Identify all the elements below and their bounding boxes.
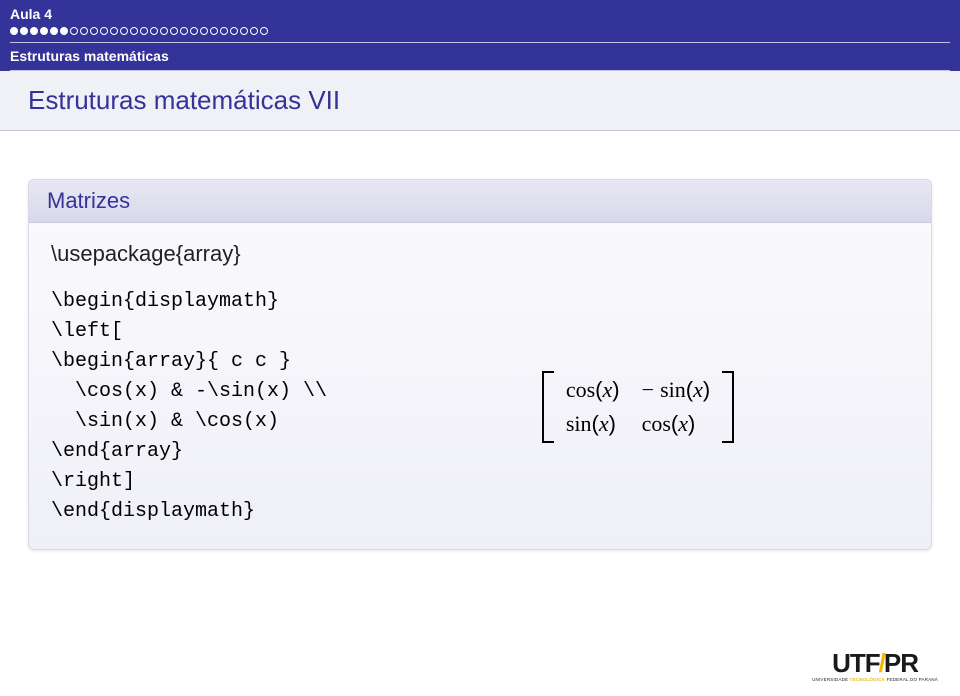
progress-dot-empty bbox=[240, 27, 248, 35]
progress-dot-empty bbox=[110, 27, 118, 35]
header-rule bbox=[10, 42, 950, 43]
block-title: Matrizes bbox=[29, 180, 931, 223]
progress-dot-empty bbox=[100, 27, 108, 35]
subsection-title: Estruturas matemáticas bbox=[10, 46, 950, 71]
usepackage-line: \usepackage{array} bbox=[51, 241, 909, 267]
progress-dot-empty bbox=[130, 27, 138, 35]
matrix-cell-11: cos(x) bbox=[566, 377, 620, 403]
matrix-cell-22: cos(x) bbox=[642, 411, 711, 437]
progress-dot-filled bbox=[60, 27, 68, 35]
matrix-cell-12: − sin(x) bbox=[642, 377, 711, 403]
progress-dot-filled bbox=[40, 27, 48, 35]
progress-dot-empty bbox=[120, 27, 128, 35]
progress-dot-empty bbox=[260, 27, 268, 35]
progress-dot-empty bbox=[200, 27, 208, 35]
section-title: Aula 4 bbox=[10, 6, 950, 22]
logo-text: UTF/PR bbox=[812, 648, 938, 679]
frame-title: Estruturas matemáticas VII bbox=[28, 85, 932, 116]
frame-title-band: Estruturas matemáticas VII bbox=[0, 71, 960, 131]
matrix-grid: cos(x) − sin(x) sin(x) cos(x) bbox=[562, 371, 714, 443]
progress-dot-empty bbox=[230, 27, 238, 35]
progress-dot-filled bbox=[50, 27, 58, 35]
beamer-header: Aula 4 Estruturas matemáticas bbox=[0, 0, 960, 71]
left-bracket-icon bbox=[542, 371, 554, 443]
progress-dot-empty bbox=[80, 27, 88, 35]
progress-dot-empty bbox=[140, 27, 148, 35]
latex-code: \begin{displaymath} \left[ \begin{array}… bbox=[51, 287, 327, 527]
progress-dot-empty bbox=[190, 27, 198, 35]
progress-dot-empty bbox=[90, 27, 98, 35]
progress-dot-empty bbox=[250, 27, 258, 35]
right-bracket-icon bbox=[722, 371, 734, 443]
example-columns: \begin{displaymath} \left[ \begin{array}… bbox=[51, 287, 909, 527]
utfpr-logo: UTF/PR UNIVERSIDADE TECNOLÓGICA FEDERAL … bbox=[812, 648, 938, 682]
matrix-display: cos(x) − sin(x) sin(x) cos(x) bbox=[542, 371, 734, 443]
progress-dot-empty bbox=[160, 27, 168, 35]
block-body: \usepackage{array} \begin{displaymath} \… bbox=[29, 223, 931, 549]
progress-dot-empty bbox=[150, 27, 158, 35]
progress-dot-filled bbox=[10, 27, 18, 35]
logo-subtitle: UNIVERSIDADE TECNOLÓGICA FEDERAL DO PARA… bbox=[812, 677, 938, 682]
content-area: Matrizes \usepackage{array} \begin{displ… bbox=[0, 131, 960, 550]
progress-dot-empty bbox=[70, 27, 78, 35]
block-matrizes: Matrizes \usepackage{array} \begin{displ… bbox=[28, 179, 932, 550]
progress-dot-empty bbox=[220, 27, 228, 35]
progress-dot-filled bbox=[30, 27, 38, 35]
progress-dots bbox=[10, 24, 950, 38]
progress-dot-empty bbox=[180, 27, 188, 35]
progress-dot-filled bbox=[20, 27, 28, 35]
progress-dot-empty bbox=[170, 27, 178, 35]
rendered-output: cos(x) − sin(x) sin(x) cos(x) bbox=[367, 371, 909, 443]
progress-dot-empty bbox=[210, 27, 218, 35]
matrix-cell-21: sin(x) bbox=[566, 411, 620, 437]
